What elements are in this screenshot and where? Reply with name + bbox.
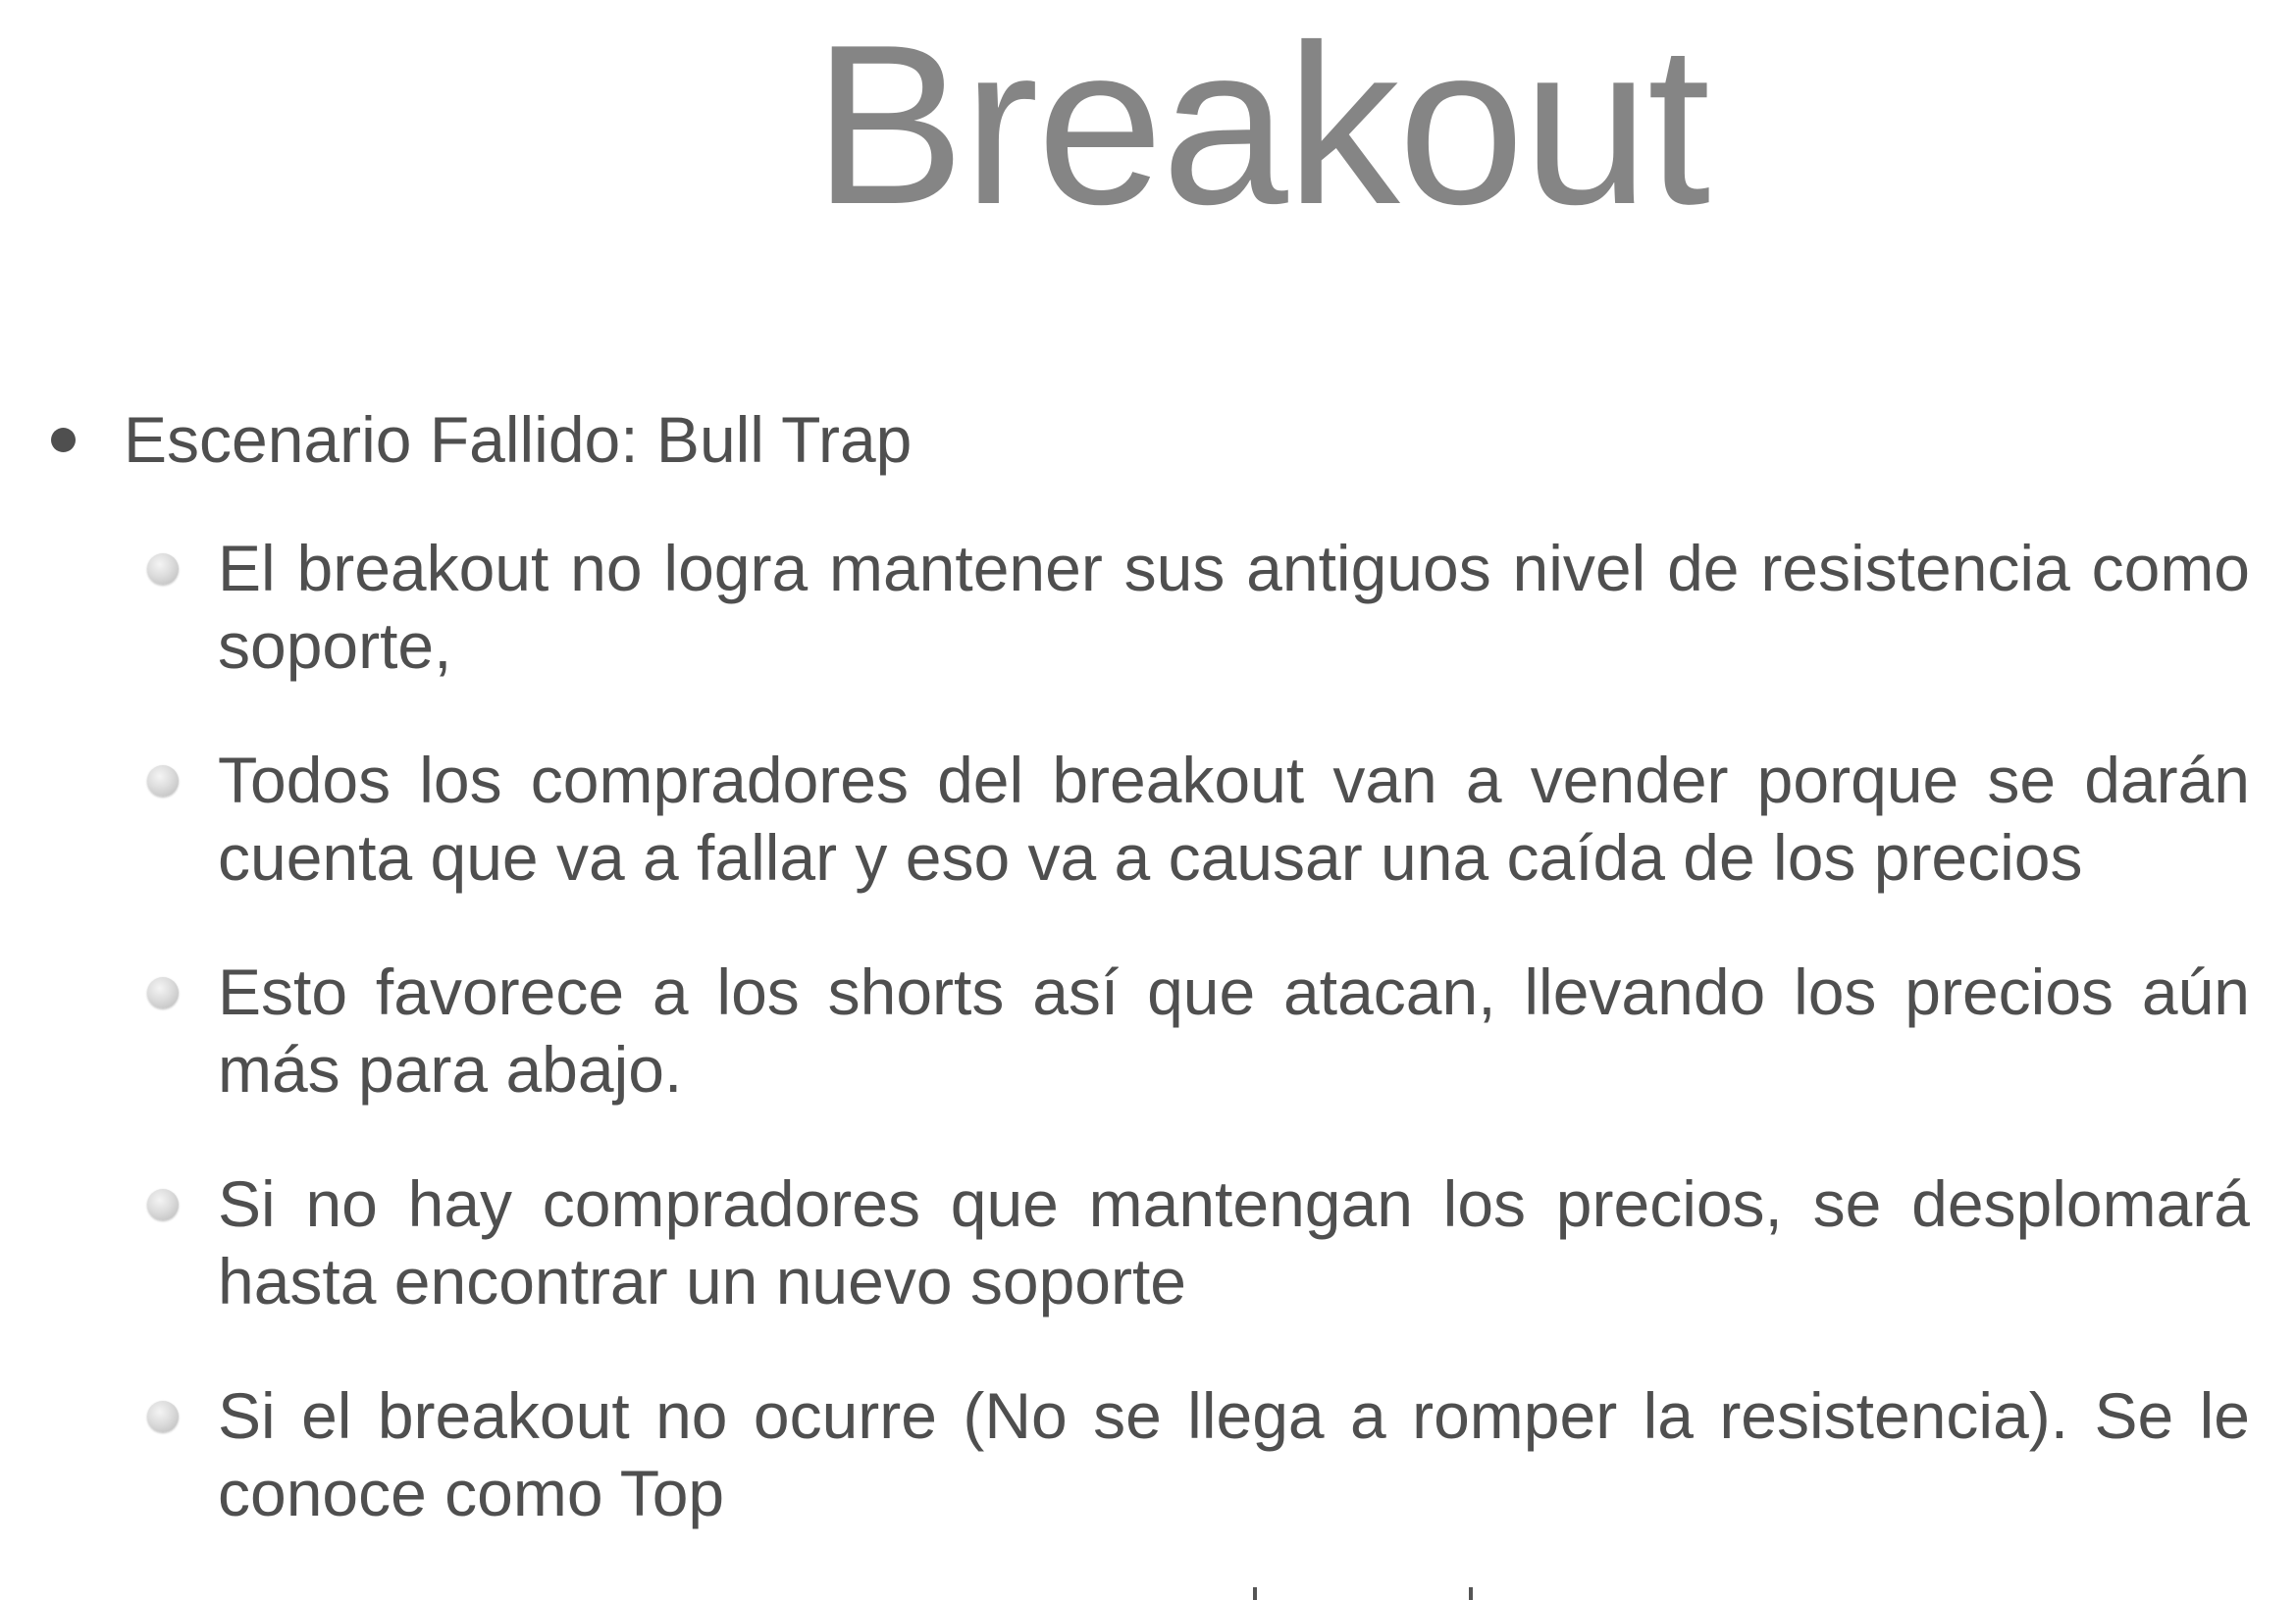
list-item: El breakout no logra mantener sus antigu… bbox=[147, 530, 2250, 685]
bullet-list-level-1: Escenario Fallido: Bull Trap bbox=[49, 390, 2247, 489]
main-bullet-text: Escenario Fallido: Bull Trap bbox=[124, 403, 913, 476]
bullet-list-level-2: El breakout no logra mantener sus antigu… bbox=[147, 530, 2250, 1589]
sub-bullet-text: Todos los compradores del breakout van a… bbox=[218, 744, 2250, 894]
list-item: Esto favorece a los shorts así que ataca… bbox=[147, 954, 2250, 1109]
sub-bullet-text: Si el breakout no ocurre (No se llega a … bbox=[218, 1379, 2250, 1529]
edge-mark bbox=[1469, 1587, 1473, 1600]
gray-sphere-bullet-icon bbox=[147, 765, 179, 797]
gray-sphere-bullet-icon bbox=[147, 1401, 179, 1432]
slide-title: Breakout bbox=[812, 0, 1711, 252]
edge-mark bbox=[1253, 1587, 1257, 1600]
gray-sphere-bullet-icon bbox=[147, 1189, 179, 1220]
list-item: Si el breakout no ocurre (No se llega a … bbox=[147, 1377, 2250, 1532]
list-item: Todos los compradores del breakout van a… bbox=[147, 742, 2250, 897]
list-item-main: Escenario Fallido: Bull Trap bbox=[49, 390, 2247, 489]
slide: Breakout Escenario Fallido: Bull Trap El… bbox=[0, 0, 2296, 1600]
filled-circle-bullet-icon bbox=[51, 428, 76, 452]
gray-sphere-bullet-icon bbox=[147, 977, 179, 1008]
sub-bullet-text: Si no hay compradores que mantengan los … bbox=[218, 1167, 2250, 1317]
sub-bullet-text: El breakout no logra mantener sus antigu… bbox=[218, 532, 2250, 682]
list-item: Si no hay compradores que mantengan los … bbox=[147, 1165, 2250, 1320]
sub-bullet-text: Esto favorece a los shorts así que ataca… bbox=[218, 955, 2250, 1106]
gray-sphere-bullet-icon bbox=[147, 553, 179, 585]
